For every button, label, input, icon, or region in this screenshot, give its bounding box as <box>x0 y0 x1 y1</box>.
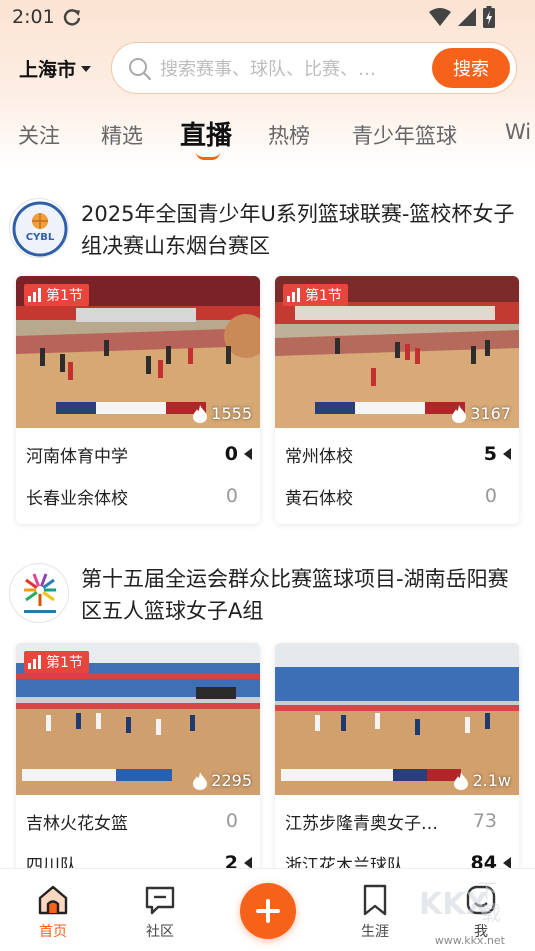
status-bar: 2:01 <box>0 0 535 36</box>
nav-home-label: 首页 <box>39 924 67 940</box>
battery-icon <box>483 6 495 28</box>
period-label: 第1节 <box>46 655 83 671</box>
event-logo <box>9 563 69 623</box>
status-icons <box>429 6 495 28</box>
team-score: 0 <box>225 485 238 507</box>
heat-value: 2295 <box>211 771 252 790</box>
heat-value: 3167 <box>470 404 511 423</box>
add-icon[interactable] <box>240 883 296 939</box>
team-score: 5 <box>483 443 497 465</box>
team-name: 河南体育中学 <box>26 446 128 467</box>
heat-count: 2.1w <box>454 771 511 790</box>
tab-trending[interactable]: 热榜 <box>268 120 310 150</box>
fire-icon <box>454 771 469 790</box>
tab-featured[interactable]: 精选 <box>101 120 143 150</box>
fire-icon <box>452 404 467 423</box>
team-row-home: 河南体育中学 0 <box>26 440 252 468</box>
home-icon <box>38 885 68 915</box>
game-card[interactable]: 第1节 2295 吉林火花女篮 0 四川队 2 <box>16 643 260 891</box>
event-title: 第十五届全运会群众比赛篮球项目-湖南岳阳赛区五人篮球女子A组 <box>81 567 509 623</box>
period-label: 第1节 <box>46 288 83 304</box>
team-name: 吉林火花女篮 <box>26 813 128 834</box>
chat-icon <box>145 886 175 915</box>
search-input[interactable] <box>160 56 420 82</box>
city-selector[interactable]: 上海市 <box>19 55 92 82</box>
team-row-away: 黄石体校 0 <box>285 482 511 510</box>
watermark-text: www.kkx.net <box>434 934 505 947</box>
live-period-badge: 第1节 <box>24 284 89 306</box>
period-label: 第1节 <box>305 288 342 304</box>
heat-count: 2295 <box>193 771 252 790</box>
game-thumbnail: 第1节 2295 <box>16 643 260 795</box>
possession-arrow-icon <box>238 448 252 460</box>
team-name: 江苏步隆青奥女子… <box>285 813 438 834</box>
nav-community[interactable]: 社区 <box>125 883 195 941</box>
heat-count: 1555 <box>193 404 252 423</box>
nav-career-label: 生涯 <box>361 924 389 940</box>
category-tabs: 关注 精选 直播 热榜 青少年篮球 Wi <box>0 112 535 162</box>
heat-value: 2.1w <box>472 771 511 790</box>
city-label: 上海市 <box>19 59 77 81</box>
fire-icon <box>193 404 208 423</box>
nav-home[interactable]: 首页 <box>18 883 88 941</box>
active-tab-indicator <box>196 152 220 160</box>
team-score: 0 <box>484 485 497 507</box>
team-score: 0 <box>224 443 238 465</box>
team-row-home: 吉林火花女篮 0 <box>26 807 252 835</box>
event-title: 2025年全国青少年U系列篮球联赛-篮校杯女子组决赛山东烟台赛区 <box>81 202 515 258</box>
game-thumbnail: 第1节 1555 <box>16 276 260 428</box>
svg-text:下: 下 <box>477 879 497 903</box>
team-score: 73 <box>472 810 497 832</box>
team-name: 长春业余体校 <box>26 488 128 509</box>
nav-career[interactable]: 生涯 <box>340 883 410 941</box>
team-row-home: 常州体校 5 <box>285 440 511 468</box>
game-card[interactable]: 第1节 1555 河南体育中学 0 长春业余体校 0 <box>16 276 260 524</box>
bookmark-icon <box>363 884 387 916</box>
team-score: 0 <box>225 810 238 832</box>
search-icon <box>129 58 152 81</box>
possession-arrow-icon <box>497 448 511 460</box>
live-signal-icon <box>287 288 300 302</box>
live-signal-icon <box>28 655 41 669</box>
event-logo: CYBL <box>9 198 69 258</box>
signal-icon <box>458 8 476 26</box>
game-thumbnail: 2.1w <box>275 643 519 795</box>
fire-icon <box>193 771 208 790</box>
heat-value: 1555 <box>211 404 252 423</box>
live-signal-icon <box>28 288 41 302</box>
team-row-home: 江苏步隆青奥女子… 73 <box>285 807 511 835</box>
game-card[interactable]: 第1节 3167 常州体校 5 黄石体校 0 <box>275 276 519 524</box>
live-period-badge: 第1节 <box>24 651 89 673</box>
team-name: 常州体校 <box>285 446 353 467</box>
nav-community-label: 社区 <box>146 924 174 940</box>
tab-live[interactable]: 直播 <box>180 115 232 152</box>
live-period-badge: 第1节 <box>283 284 348 306</box>
tab-youth-basketball[interactable]: 青少年篮球 <box>352 120 457 150</box>
tab-more[interactable]: Wi <box>505 120 531 144</box>
search-row: 上海市 搜索 <box>0 42 535 96</box>
sync-icon <box>63 9 81 26</box>
svg-text:载: 载 <box>481 901 501 925</box>
status-time: 2:01 <box>12 6 55 28</box>
game-card[interactable]: 2.1w 江苏步隆青奥女子… 73 浙江花木兰球队 84 <box>275 643 519 891</box>
search-box[interactable]: 搜索 <box>111 42 517 94</box>
game-thumbnail: 第1节 3167 <box>275 276 519 428</box>
wifi-icon <box>429 8 451 26</box>
caret-down-icon <box>81 65 92 72</box>
team-row-away: 长春业余体校 0 <box>26 482 252 510</box>
team-name: 黄石体校 <box>285 488 353 509</box>
heat-count: 3167 <box>452 404 511 423</box>
tab-following[interactable]: 关注 <box>18 120 60 150</box>
search-button[interactable]: 搜索 <box>432 48 510 88</box>
event-logo-text: CYBL <box>26 232 55 243</box>
